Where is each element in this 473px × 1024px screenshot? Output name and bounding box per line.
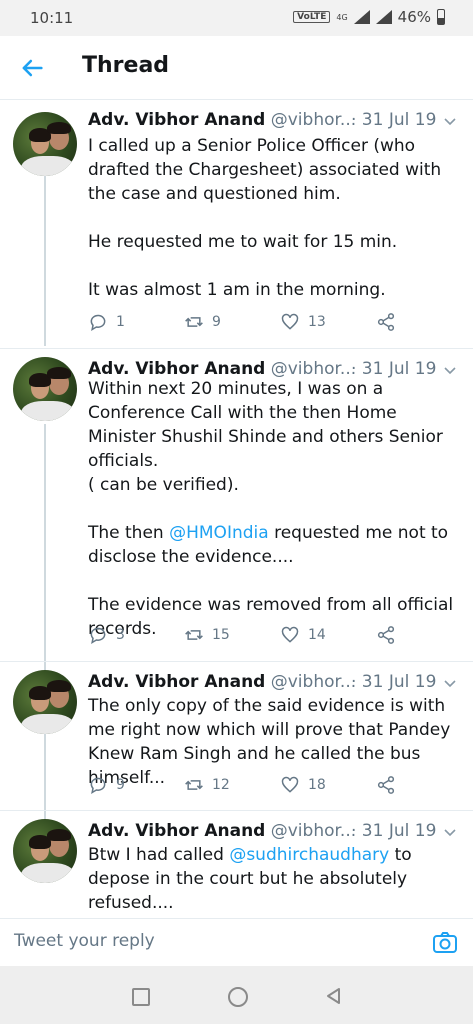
- author-name[interactable]: Adv. Vibhor Anand: [88, 359, 265, 379]
- share-icon: [377, 626, 395, 644]
- status-icons: VoLTE 4G 46%: [293, 8, 445, 26]
- system-nav-bar: [0, 966, 473, 1024]
- retweet-icon: [185, 780, 203, 790]
- reply-count: 3: [116, 627, 125, 643]
- tweet-text-part: Btw I had called: [88, 845, 230, 865]
- tweet-date: · 31 Jul 19: [351, 821, 437, 841]
- home-icon[interactable]: [228, 987, 248, 1007]
- reply-button[interactable]: 9: [88, 775, 125, 795]
- avatar[interactable]: [13, 357, 77, 421]
- share-button[interactable]: [376, 312, 396, 332]
- like-count: 18: [308, 777, 326, 793]
- status-bar: 10:11 VoLTE 4G 46%: [0, 0, 473, 36]
- reply-placeholder[interactable]: Tweet your reply: [14, 931, 155, 951]
- camera-icon[interactable]: [431, 929, 459, 957]
- avatar[interactable]: [13, 112, 77, 176]
- battery-icon: [437, 9, 445, 25]
- share-icon: [377, 776, 395, 794]
- avatar[interactable]: [13, 819, 77, 883]
- retweet-icon: [185, 630, 203, 640]
- reply-button[interactable]: 1: [88, 312, 125, 332]
- author-name[interactable]: Adv. Vibhor Anand: [88, 110, 265, 130]
- like-button[interactable]: 18: [280, 775, 326, 795]
- tweet-text: Within next 20 minutes, I was on a Confe…: [88, 377, 463, 641]
- reply-count: 1: [116, 314, 125, 330]
- tweet-text: I called up a Senior Police Officer (who…: [88, 136, 442, 300]
- author-name[interactable]: Adv. Vibhor Anand: [88, 672, 265, 692]
- thread-list[interactable]: Adv. Vibhor Anand @vibhor... · 31 Jul 19…: [0, 100, 473, 926]
- tweet-date: · 31 Jul 19: [351, 110, 437, 130]
- author-handle: @vibhor...: [270, 672, 357, 692]
- reply-icon: [90, 777, 106, 795]
- reply-count: 9: [116, 777, 125, 793]
- retweet-count: 12: [212, 777, 230, 793]
- retweet-button[interactable]: 12: [184, 775, 230, 795]
- mention-link[interactable]: @HMOIndia: [169, 523, 269, 543]
- retweet-icon: [185, 317, 203, 327]
- author-name[interactable]: Adv. Vibhor Anand: [88, 821, 265, 841]
- mention-link[interactable]: @sudhirchaudhary: [229, 845, 389, 865]
- author-handle: @vibhor...: [270, 110, 357, 130]
- tweet[interactable]: Adv. Vibhor Anand @vibhor... · 31 Jul 19…: [0, 662, 473, 810]
- tweet-actions: 3 15 14: [88, 625, 458, 649]
- tweet-header: Adv. Vibhor Anand @vibhor... · 31 Jul 19: [88, 110, 463, 136]
- retweet-button[interactable]: 15: [184, 625, 230, 645]
- like-count: 14: [308, 627, 326, 643]
- volte-badge: VoLTE: [293, 11, 331, 23]
- tweet[interactable]: Adv. Vibhor Anand @vibhor... · 31 Jul 19…: [0, 811, 473, 926]
- app-bar: Thread: [0, 36, 473, 100]
- status-time: 10:11: [30, 9, 74, 27]
- back-arrow-icon[interactable]: [18, 54, 46, 82]
- tweet[interactable]: Adv. Vibhor Anand @vibhor... · 31 Jul 19…: [0, 100, 473, 348]
- heart-icon: [281, 776, 299, 793]
- tweet-text-part: Within next 20 minutes, I was on a Confe…: [88, 379, 443, 543]
- chevron-down-icon[interactable]: [443, 676, 457, 690]
- chevron-down-icon[interactable]: [443, 363, 457, 377]
- network-type: 4G: [336, 12, 348, 22]
- heart-icon: [281, 626, 299, 643]
- battery-percent: 46%: [397, 8, 431, 26]
- retweet-count: 15: [212, 627, 230, 643]
- chevron-down-icon[interactable]: [443, 114, 457, 128]
- tweet-actions: 1 9 13: [88, 312, 458, 336]
- retweet-count: 9: [212, 314, 221, 330]
- tweet-date: · 31 Jul 19: [351, 672, 437, 692]
- retweet-button[interactable]: 9: [184, 312, 221, 332]
- chevron-down-icon[interactable]: [443, 825, 457, 839]
- like-button[interactable]: 13: [280, 312, 326, 332]
- reply-icon: [90, 314, 106, 332]
- back-triangle-icon[interactable]: [324, 986, 344, 1006]
- reply-button[interactable]: 3: [88, 625, 125, 645]
- share-button[interactable]: [376, 625, 396, 645]
- avatar[interactable]: [13, 670, 77, 734]
- like-button[interactable]: 14: [280, 625, 326, 645]
- share-icon: [377, 313, 395, 331]
- tweet-actions: 9 12 18: [88, 775, 458, 799]
- author-handle: @vibhor...: [270, 821, 357, 841]
- tweet-text: Btw I had called @sudhirchaudhary to dep…: [88, 843, 463, 915]
- like-count: 13: [308, 314, 326, 330]
- author-handle: @vibhor...: [270, 359, 357, 379]
- tweet[interactable]: Adv. Vibhor Anand @vibhor... · 31 Jul 19…: [0, 349, 473, 661]
- page-title: Thread: [82, 53, 170, 78]
- share-button[interactable]: [376, 775, 396, 795]
- reply-composer[interactable]: Tweet your reply: [0, 918, 473, 966]
- reply-icon: [90, 627, 106, 645]
- heart-icon: [281, 313, 299, 330]
- signal-icon-2: [375, 10, 392, 24]
- signal-icon: [353, 10, 370, 24]
- tweet-date: · 31 Jul 19: [351, 359, 437, 379]
- recents-icon[interactable]: [132, 988, 150, 1006]
